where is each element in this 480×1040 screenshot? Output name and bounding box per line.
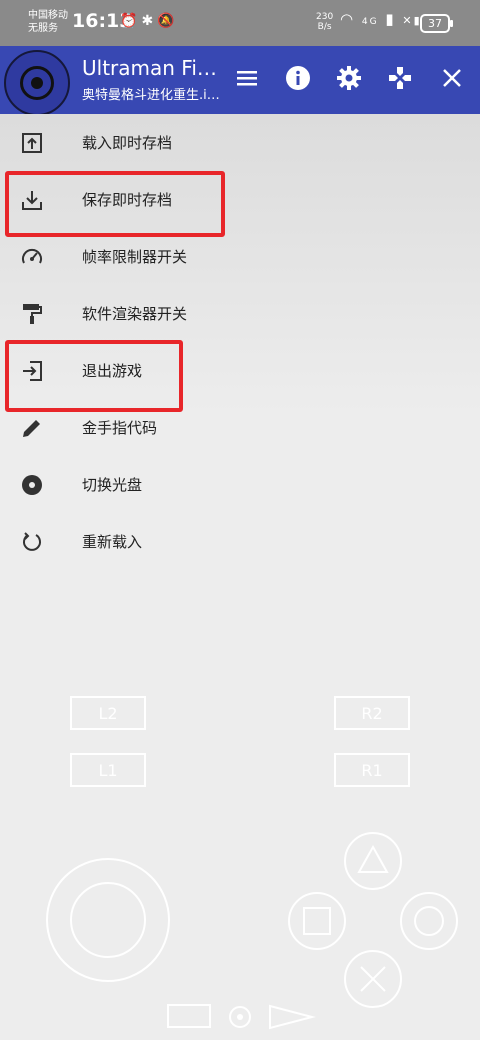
- paint-roller-icon: [23, 304, 42, 324]
- carrier-info: 中国移动 无服务: [28, 9, 68, 35]
- menu-item-load-state[interactable]: 载入即时存档: [0, 114, 480, 171]
- status-bar: 中国移动 无服务 16:13 ⏰✱🔕 230 B/s ◠ 4G ▮ ✕▮ 37: [0, 0, 480, 46]
- game-file-name: 奥特曼格斗进化重生.i…: [82, 88, 220, 103]
- reload-icon: [23, 532, 41, 551]
- menu-item-software-renderer[interactable]: 软件渲染器开关: [0, 285, 480, 342]
- highlight-save-state: [5, 171, 225, 237]
- disc-icon: [22, 475, 42, 495]
- hamburger-icon: [237, 71, 257, 86]
- circle-button[interactable]: [400, 892, 458, 950]
- alarm-icon: ⏰: [120, 13, 142, 29]
- menu-button[interactable]: [229, 60, 265, 96]
- highlight-exit-game: [5, 340, 183, 412]
- game-title: Ultraman Fi…: [82, 56, 217, 80]
- select-button[interactable]: [167, 1004, 211, 1028]
- square-button[interactable]: [288, 892, 346, 950]
- menu-item-label: 载入即时存档: [82, 134, 173, 152]
- analog-stick-base[interactable]: [46, 858, 170, 982]
- game-menu: 载入即时存档 保存即时存档 帧率限制器开关 软件渲染器开关 退出游戏 金手指代码…: [0, 114, 480, 574]
- menu-item-reload[interactable]: 重新载入: [0, 513, 480, 570]
- network-rate: 230 B/s: [316, 12, 333, 32]
- dpad-icon: [389, 67, 411, 89]
- mute-icon: 🔕: [157, 13, 179, 29]
- network-type: 4G: [361, 17, 379, 27]
- signal-icon: ▮: [385, 10, 396, 28]
- info-icon: [286, 66, 310, 90]
- gear-icon: [337, 66, 361, 90]
- cross-button[interactable]: [344, 950, 402, 1008]
- net-rate-unit: B/s: [317, 22, 332, 32]
- circle-icon: [414, 906, 444, 936]
- square-icon: [303, 907, 331, 935]
- menu-item-label: 重新载入: [82, 533, 143, 551]
- triangle-icon: [357, 844, 389, 873]
- net-rate-value: 230: [316, 12, 334, 22]
- network-icons: ◠ 4G ▮ ✕▮: [340, 10, 422, 28]
- l1-button[interactable]: L1: [70, 753, 146, 787]
- speedometer-icon: [22, 248, 42, 264]
- info-button[interactable]: [280, 60, 316, 96]
- analog-stick-knob[interactable]: [70, 882, 146, 958]
- l2-button[interactable]: L2: [70, 696, 146, 730]
- upload-icon: [22, 133, 42, 153]
- triangle-button[interactable]: [344, 832, 402, 890]
- menu-item-label: 金手指代码: [82, 419, 158, 437]
- game-disc-icon: [4, 50, 70, 116]
- bluetooth-icon: ✱: [141, 13, 158, 29]
- menu-item-label: 切换光盘: [82, 476, 143, 494]
- r1-button[interactable]: R1: [334, 753, 410, 787]
- cross-icon: [360, 966, 386, 992]
- app-bar: Ultraman Fi… 奥特曼格斗进化重生.i…: [0, 46, 480, 116]
- start-button[interactable]: [268, 1004, 316, 1030]
- r2-button[interactable]: R2: [334, 696, 410, 730]
- pencil-icon: [23, 420, 40, 437]
- carrier-name: 中国移动: [28, 10, 68, 21]
- gamepad-button[interactable]: [382, 60, 418, 96]
- menu-item-label: 软件渲染器开关: [82, 305, 188, 323]
- settings-button[interactable]: [331, 60, 367, 96]
- battery-indicator: 37: [420, 14, 453, 33]
- service-status: 无服务: [28, 23, 58, 34]
- close-icon: [443, 69, 461, 87]
- menu-item-label: 帧率限制器开关: [82, 248, 188, 266]
- close-button[interactable]: [434, 60, 470, 96]
- notification-icons: ⏰✱🔕: [120, 13, 179, 29]
- menu-item-change-disc[interactable]: 切换光盘: [0, 456, 480, 513]
- no-signal-icon: ✕▮: [402, 14, 422, 27]
- analog-toggle-button[interactable]: [229, 1006, 251, 1028]
- wifi-icon: ◠: [340, 10, 356, 28]
